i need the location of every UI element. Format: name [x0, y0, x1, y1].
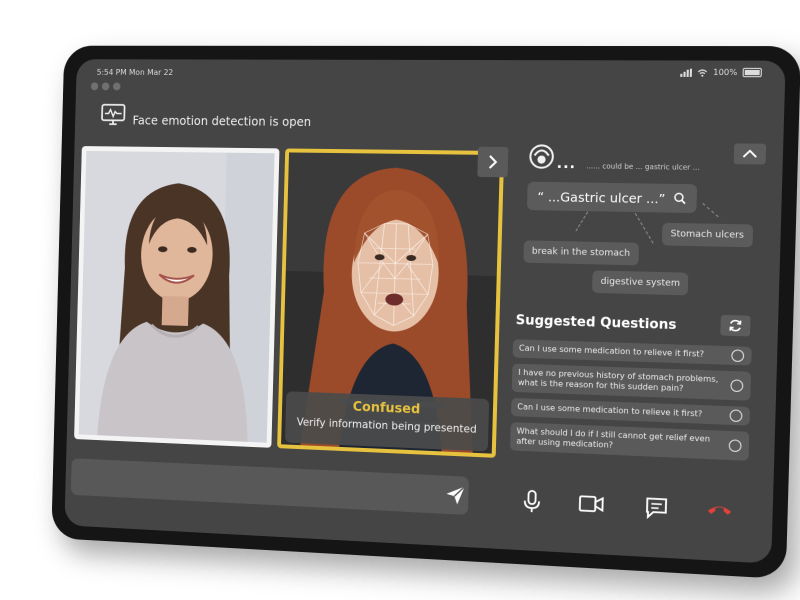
connector-line	[634, 213, 654, 244]
select-radio[interactable]	[729, 409, 742, 422]
suggested-questions-title: Suggested Questions	[515, 313, 676, 333]
message-input[interactable]	[71, 458, 469, 515]
window-dot[interactable]	[91, 82, 99, 90]
related-term-tag[interactable]: Stomach ulcers	[662, 223, 753, 248]
related-term-tag[interactable]: digestive system	[592, 270, 689, 295]
end-call-icon[interactable]	[704, 498, 734, 520]
related-term-tag[interactable]: break in the stomach	[523, 240, 638, 265]
chevron-up-icon	[742, 150, 757, 158]
window-dot[interactable]	[102, 82, 110, 90]
wifi-icon	[697, 68, 708, 76]
monitor-pulse-icon	[101, 104, 126, 127]
refresh-questions-button[interactable]	[720, 315, 750, 337]
next-participant-button[interactable]	[477, 147, 508, 178]
suggested-question[interactable]: Can I use some medication to relieve it …	[513, 339, 752, 365]
battery-icon	[743, 68, 762, 77]
assistant-avatar-icon	[528, 143, 555, 170]
battery-percent: 100%	[713, 68, 737, 77]
page-title: Face emotion detection is open	[132, 114, 311, 129]
select-radio[interactable]	[729, 439, 742, 452]
question-text: What should I do if I still cannot get r…	[516, 426, 710, 449]
window-controls	[91, 82, 121, 90]
send-icon[interactable]	[444, 484, 467, 507]
participant-portrait	[79, 151, 275, 443]
collapse-panel-button[interactable]	[734, 143, 767, 164]
chevron-right-icon	[488, 154, 499, 170]
emotion-result-card: Confused Verify information being presen…	[285, 391, 489, 451]
search-icon[interactable]	[674, 192, 687, 205]
transcript-ellipsis: ...	[556, 156, 576, 173]
connector-line	[575, 211, 589, 231]
select-radio[interactable]	[731, 349, 744, 362]
status-indicators: 100%	[680, 68, 762, 78]
tablet-device: 5:54 PM Mon Mar 22 100% Face emotion det…	[51, 46, 800, 579]
suggested-questions-list: Can I use some medication to relieve it …	[510, 339, 752, 467]
question-text: I have no previous history of stomach pr…	[518, 368, 719, 393]
select-radio[interactable]	[730, 379, 743, 392]
detected-keyword[interactable]: “ ...Gastric ulcer ...”	[527, 182, 697, 213]
participant-video-tile[interactable]	[74, 146, 279, 448]
question-text: Can I use some medication to relieve it …	[517, 402, 702, 418]
signal-icon	[680, 68, 692, 76]
refresh-icon	[728, 318, 743, 333]
microphone-icon[interactable]	[522, 489, 541, 514]
window-dot[interactable]	[113, 83, 121, 91]
suggested-question[interactable]: Can I use some medication to relieve it …	[511, 398, 750, 426]
suggested-question[interactable]: What should I do if I still cannot get r…	[510, 422, 749, 461]
status-time: 5:54 PM Mon Mar 22	[97, 68, 174, 77]
connector-line	[702, 203, 719, 218]
suggested-question[interactable]: I have no previous history of stomach pr…	[512, 364, 751, 401]
transcript-text: ...... could be ... gastric ulcer ...	[586, 162, 700, 172]
transcript-line: ... ...... could be ... gastric ulcer ...	[556, 156, 699, 174]
keyword-text: “ ...Gastric ulcer ...”	[537, 188, 665, 205]
chat-icon[interactable]	[644, 495, 670, 521]
app-screen: 5:54 PM Mon Mar 22 100% Face emotion det…	[64, 59, 785, 563]
video-camera-icon[interactable]	[578, 492, 605, 516]
participant-video	[79, 151, 275, 443]
question-text: Can I use some medication to relieve it …	[519, 344, 704, 359]
